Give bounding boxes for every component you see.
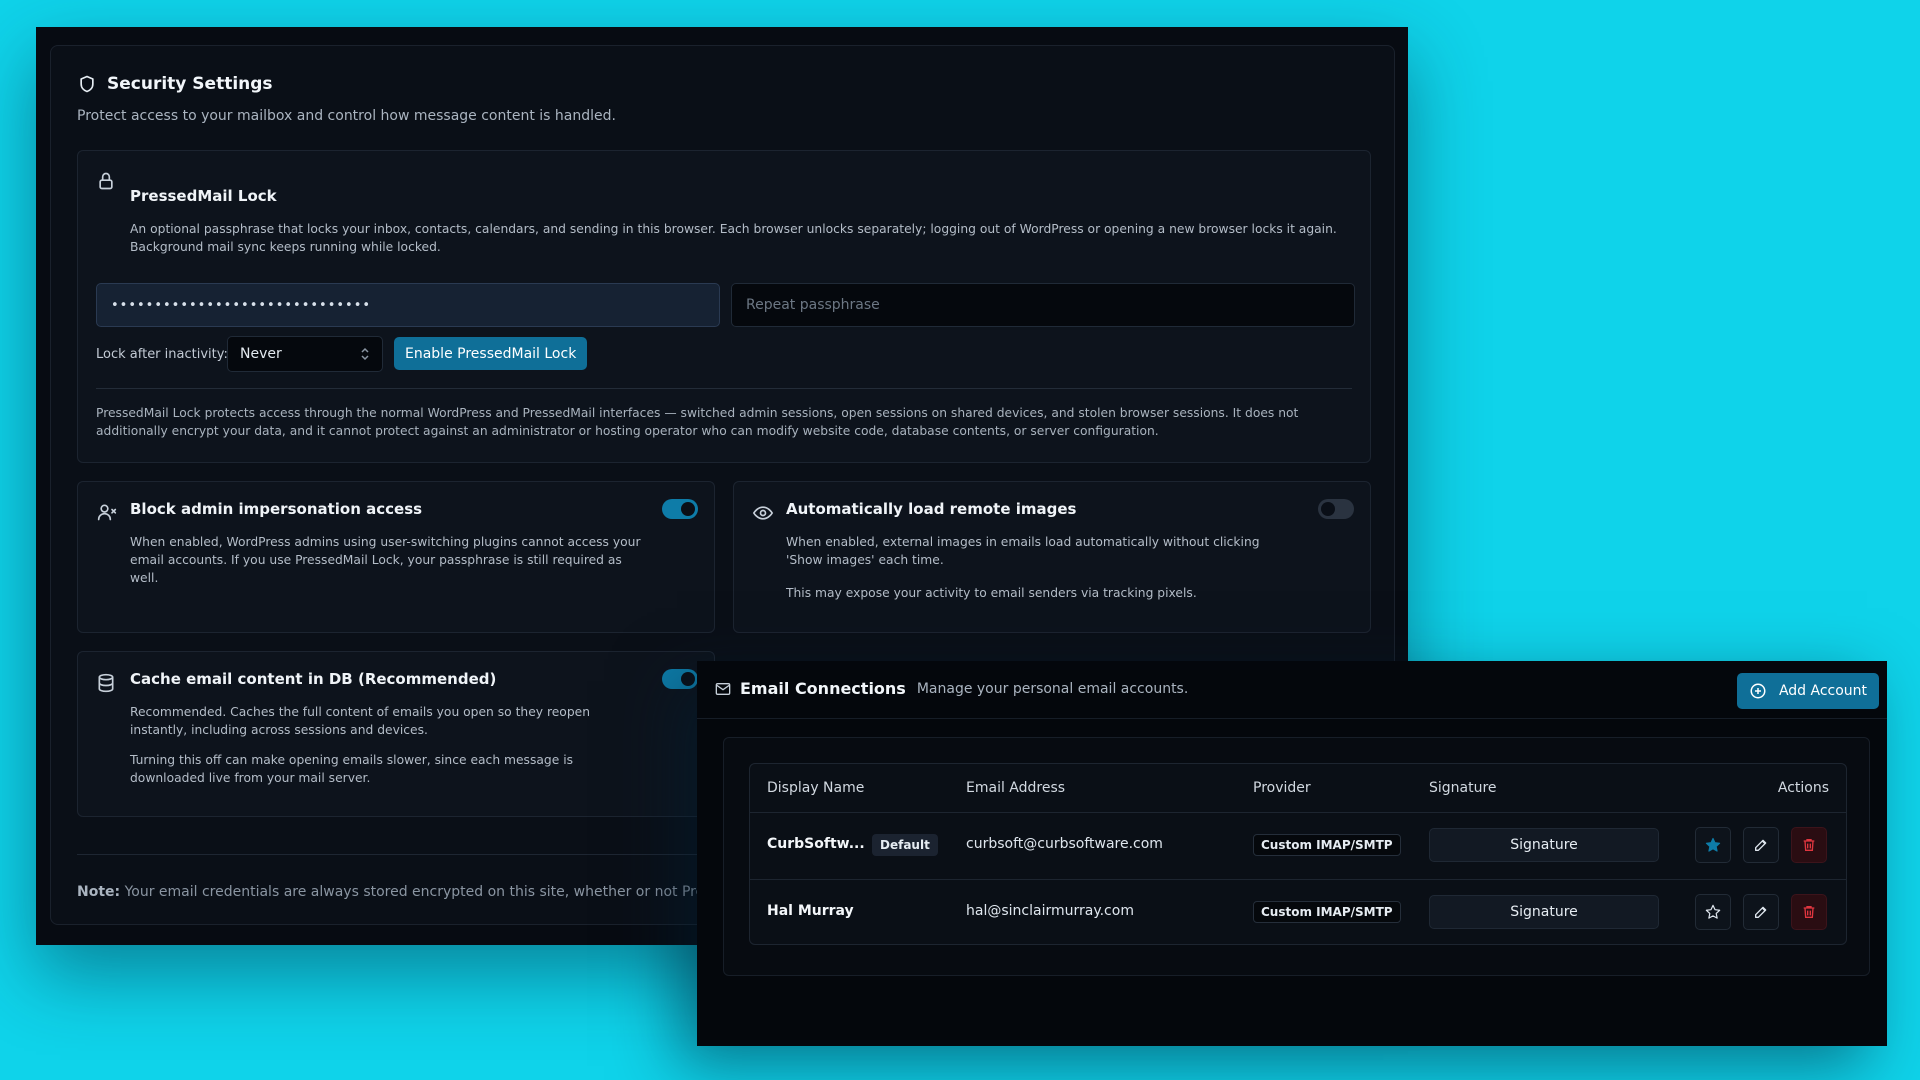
block-admin-card: Block admin impersonation access When en…	[77, 481, 715, 633]
remote-images-warning: This may expose your activity to email s…	[786, 586, 1197, 600]
cache-card: Cache email content in DB (Recommended) …	[77, 651, 715, 817]
lock-icon	[96, 171, 116, 191]
star-filled-icon	[1705, 837, 1721, 853]
plus-circle-icon	[1749, 682, 1767, 700]
pencil-icon	[1753, 837, 1769, 853]
cache-warning: Turning this off can make opening emails…	[130, 753, 574, 785]
security-header: Security Settings	[77, 74, 273, 94]
header-divider	[697, 718, 1887, 719]
provider-badge: Custom IMAP/SMTP	[1253, 901, 1401, 923]
cache-title: Cache email content in DB (Recommended)	[130, 670, 497, 688]
default-badge: Default	[872, 834, 938, 856]
email-connections-title: Email Connections	[740, 679, 906, 698]
user-x-icon	[96, 502, 118, 522]
col-actions: Actions	[1777, 780, 1829, 796]
inactivity-value: Never	[240, 346, 282, 362]
set-default-button[interactable]	[1695, 894, 1731, 930]
email-connections-header: Email Connections Manage your personal e…	[715, 679, 1188, 698]
set-default-button[interactable]	[1695, 827, 1731, 863]
add-account-button[interactable]: Add Account	[1737, 673, 1879, 709]
inactivity-label: Lock after inactivity:	[96, 347, 228, 362]
note-text: Your email credentials are always stored…	[120, 884, 719, 900]
eye-icon	[752, 503, 774, 523]
repeat-passphrase-input[interactable]	[731, 283, 1355, 327]
row-divider	[750, 879, 1846, 880]
credentials-note: Note: Your email credentials are always …	[77, 884, 719, 900]
lock-description: An optional passphrase that locks your i…	[130, 222, 1337, 254]
signature-button[interactable]: Signature	[1429, 828, 1659, 862]
star-outline-icon	[1705, 904, 1721, 920]
col-signature: Signature	[1429, 780, 1497, 796]
passphrase-input[interactable]	[96, 283, 720, 327]
trash-icon	[1801, 904, 1817, 920]
signature-button[interactable]: Signature	[1429, 895, 1659, 929]
col-display-name: Display Name	[767, 780, 865, 796]
pressedmail-lock-card: PressedMail Lock An optional passphrase …	[77, 150, 1371, 463]
accounts-container: Display Name Email Address Provider Sign…	[723, 737, 1870, 976]
col-provider: Provider	[1253, 780, 1311, 796]
remote-images-toggle[interactable]	[1318, 499, 1354, 519]
database-icon	[96, 672, 116, 694]
remote-images-card: Automatically load remote images When en…	[733, 481, 1371, 633]
pencil-icon	[1753, 904, 1769, 920]
note-divider	[77, 854, 717, 855]
remote-images-description: When enabled, external images in emails …	[786, 535, 1260, 567]
lock-disclaimer: PressedMail Lock protects access through…	[96, 406, 1299, 438]
accounts-table: Display Name Email Address Provider Sign…	[749, 763, 1847, 945]
cache-toggle[interactable]	[662, 669, 698, 689]
enable-lock-button[interactable]: Enable PressedMail Lock	[394, 337, 588, 370]
security-title: Security Settings	[107, 74, 273, 94]
add-account-label: Add Account	[1778, 683, 1868, 699]
edit-account-button[interactable]	[1743, 894, 1779, 930]
provider-badge: Custom IMAP/SMTP	[1253, 834, 1401, 856]
remote-images-title: Automatically load remote images	[786, 500, 1077, 518]
block-admin-title: Block admin impersonation access	[130, 500, 423, 518]
delete-account-button[interactable]	[1791, 827, 1827, 863]
block-admin-description: When enabled, WordPress admins using use…	[130, 535, 641, 585]
lock-divider	[96, 388, 1352, 389]
chevron-updown-icon	[360, 347, 370, 361]
email-connections-window: Email Connections Manage your personal e…	[697, 661, 1887, 1046]
delete-account-button[interactable]	[1791, 894, 1827, 930]
email-connections-subtitle: Manage your personal email accounts.	[916, 680, 1189, 697]
account-email: curbsoft@curbsoftware.com	[966, 836, 1163, 852]
edit-account-button[interactable]	[1743, 827, 1779, 863]
col-email-address: Email Address	[966, 780, 1066, 796]
trash-icon	[1801, 837, 1817, 853]
lock-title: PressedMail Lock	[130, 187, 277, 205]
header-row-divider	[750, 812, 1846, 813]
inactivity-select[interactable]: Never	[227, 336, 383, 372]
cache-description: Recommended. Caches the full content of …	[130, 705, 590, 737]
note-label: Note:	[77, 884, 121, 900]
account-email: hal@sinclairmurray.com	[966, 903, 1134, 919]
account-display-name: Hal Murray	[767, 903, 854, 919]
shield-icon	[77, 74, 97, 94]
security-subtitle: Protect access to your mailbox and contr…	[77, 108, 616, 124]
account-display-name: CurbSoftw...	[767, 836, 865, 852]
mail-icon	[715, 682, 731, 696]
block-admin-toggle[interactable]	[662, 499, 698, 519]
